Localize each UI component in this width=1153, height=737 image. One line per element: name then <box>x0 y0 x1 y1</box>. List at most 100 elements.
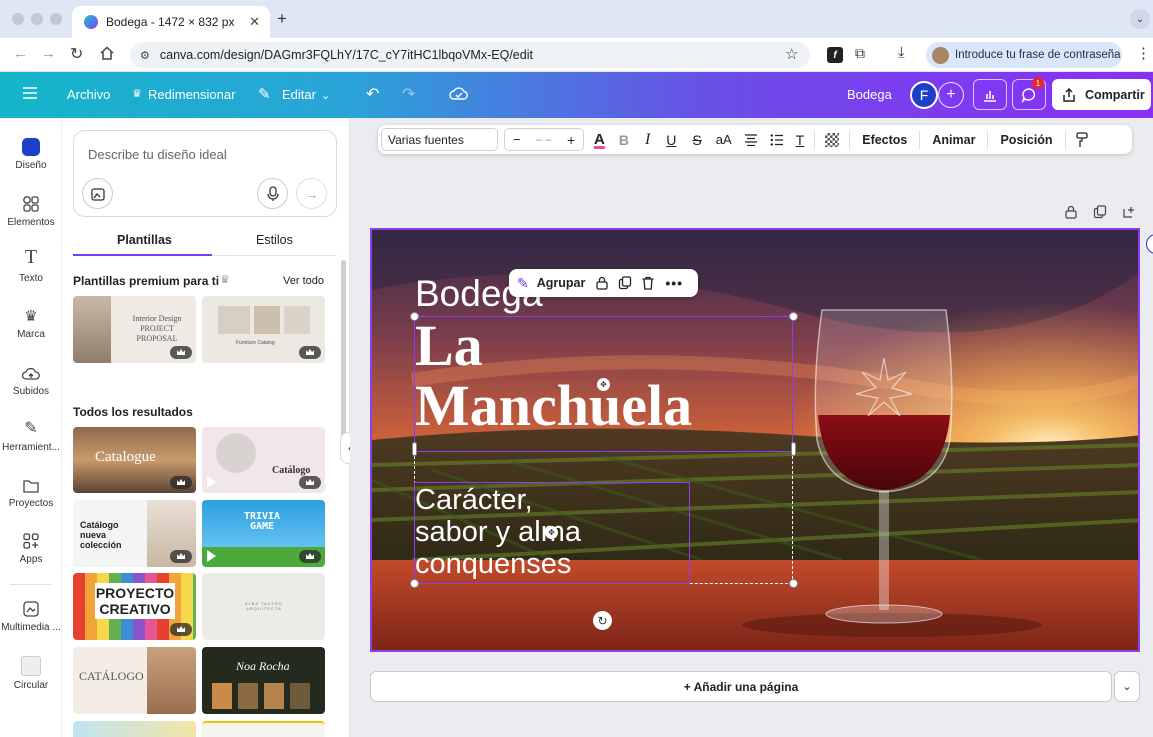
forward-icon[interactable]: → <box>41 45 56 62</box>
window-close-dot[interactable] <box>12 13 24 25</box>
window-maximize-dot[interactable] <box>50 13 62 25</box>
reload-icon[interactable]: ↻ <box>70 44 83 64</box>
editar-menu[interactable]: Editar <box>282 87 316 102</box>
home-icon[interactable] <box>98 44 116 62</box>
font-size-decrease[interactable]: − <box>513 132 521 147</box>
redo-icon[interactable]: ↷ <box>402 84 415 104</box>
efectos-button[interactable]: Efectos <box>862 133 907 147</box>
browser-tab[interactable]: Bodega - 1472 × 832 px ✕ <box>72 6 270 38</box>
rail-item-elementos[interactable]: Elementos <box>0 189 62 228</box>
rail-item-texto[interactable]: T Texto <box>0 245 62 284</box>
cloud-saved-icon[interactable] <box>449 85 469 103</box>
rail-item-proyectos[interactable]: Proyectos <box>0 470 62 509</box>
bold-icon[interactable]: B <box>619 132 629 148</box>
invite-plus-icon[interactable]: + <box>938 82 964 108</box>
transparency-icon[interactable] <box>825 132 840 147</box>
new-tab-icon[interactable]: + <box>277 9 287 29</box>
result-thumb-4[interactable]: TRIVIA GAME <box>202 500 325 567</box>
result-thumb-3[interactable]: Catálogo nueva colección <box>73 500 196 567</box>
animar-button[interactable]: Animar <box>932 133 975 147</box>
result-thumb-2[interactable]: Catálogo <box>202 427 325 493</box>
microphone-icon[interactable] <box>257 178 288 209</box>
result-thumb-10[interactable] <box>202 721 325 737</box>
tab-estilos[interactable]: Estilos <box>256 233 293 247</box>
archivo-menu[interactable]: Archivo <box>67 87 110 102</box>
user-avatar[interactable]: F <box>910 81 938 109</box>
result-thumb-5[interactable]: PROYECTO CREATIVO <box>73 573 196 640</box>
template-thumb-interior[interactable]: Interior Design PROJECT PROPOSAL <box>73 296 196 363</box>
result-thumb-6[interactable]: ALBA TAUTRO ARQUITECTA <box>202 573 325 640</box>
agrupar-button[interactable]: Agrupar <box>537 276 586 290</box>
resize-handle-tr[interactable] <box>789 312 798 321</box>
bookmark-star-icon[interactable]: ☆ <box>785 45 798 63</box>
tab-list-chevron-icon[interactable]: ⌄ <box>1130 9 1150 29</box>
design-name[interactable]: Bodega <box>847 87 892 102</box>
rail-item-subidos[interactable]: Subidos <box>0 358 62 397</box>
rail-item-marca[interactable]: ♛ Marca <box>0 301 62 340</box>
url-bar[interactable]: ⚙ canva.com/design/DAGmr3FQLhY/17C_cY7it… <box>130 42 810 68</box>
hamburger-menu-icon[interactable] <box>22 86 38 100</box>
page-options-dropdown[interactable]: ⌄ <box>1114 671 1140 702</box>
list-icon[interactable] <box>770 133 784 146</box>
duplicate-icon[interactable] <box>618 276 632 290</box>
resize-handle-tl[interactable] <box>410 312 419 321</box>
lock-icon[interactable] <box>595 276 609 290</box>
resize-handle-bl[interactable] <box>410 579 419 588</box>
undo-icon[interactable]: ↶ <box>366 84 379 104</box>
more-options-icon[interactable]: ••• <box>665 275 683 291</box>
move-handle-icon[interactable]: ✥ <box>597 378 610 391</box>
result-thumb-8[interactable]: Noa Rocha <box>202 647 325 714</box>
resize-handle-right[interactable] <box>791 442 796 456</box>
underline-icon[interactable]: U <box>666 132 676 148</box>
rail-item-herramientas[interactable]: ✎ Herramient... <box>0 414 62 453</box>
back-icon[interactable]: ← <box>13 45 28 62</box>
italic-icon[interactable]: I <box>645 131 650 149</box>
rotate-handle-icon[interactable]: ↻ <box>593 611 612 630</box>
tab-plantillas[interactable]: Plantillas <box>117 233 172 247</box>
rail-item-circular[interactable]: Circular <box>0 652 62 691</box>
rail-item-diseno[interactable]: Diseño <box>0 132 62 171</box>
result-thumb-1[interactable]: Catalogue <box>73 427 196 493</box>
extensions-puzzle-icon[interactable]: ⧉ <box>855 45 865 62</box>
browser-menu-icon[interactable]: ⋮ <box>1136 44 1151 62</box>
lock-page-icon[interactable] <box>1064 205 1078 219</box>
editar-chevron-icon[interactable]: ⌄ <box>321 89 330 102</box>
compartir-button[interactable]: Compartir <box>1052 79 1151 110</box>
rail-item-multimedia[interactable]: Multimedia ... <box>0 594 62 633</box>
submit-arrow-icon[interactable]: → <box>296 178 327 209</box>
font-size-increase[interactable]: + <box>567 132 575 148</box>
align-icon[interactable] <box>744 133 758 146</box>
site-settings-icon[interactable]: ⚙ <box>140 49 150 62</box>
text-color-icon[interactable]: A <box>594 131 605 148</box>
result-thumb-9[interactable] <box>73 721 196 737</box>
extension-f-icon[interactable]: f <box>827 47 843 63</box>
font-size-value[interactable]: – – <box>536 134 551 146</box>
rail-item-apps[interactable]: Apps <box>0 526 62 565</box>
magic-edit-icon[interactable]: ✎ <box>517 275 529 292</box>
template-thumb-furniture[interactable]: Furniture Catalog <box>202 296 325 363</box>
duplicate-page-icon[interactable] <box>1093 205 1107 219</box>
text-case-button[interactable]: aA <box>716 132 732 147</box>
panel-scrollbar[interactable] <box>341 260 346 440</box>
download-icon[interactable]: ⤓ <box>898 44 905 61</box>
font-size-control[interactable]: − – – + <box>504 128 584 151</box>
result-thumb-7[interactable]: CATÁLOGO <box>73 647 196 714</box>
ver-todo-link[interactable]: Ver todo <box>283 275 324 287</box>
font-family-select[interactable]: Varias fuentes <box>381 128 498 151</box>
tab-close-icon[interactable]: ✕ <box>249 14 260 30</box>
spacing-icon[interactable]: T <box>796 132 805 148</box>
add-page-icon[interactable] <box>1122 205 1136 219</box>
insights-chart-icon[interactable] <box>973 79 1007 110</box>
design-prompt-box[interactable]: Describe tu diseño ideal → <box>73 130 337 217</box>
move-handle-icon[interactable]: ✥ <box>545 526 558 539</box>
paint-format-icon[interactable] <box>1075 131 1089 148</box>
add-page-button[interactable]: + Añadir una página <box>370 671 1112 702</box>
passphrase-button[interactable]: Introduce tu frase de contraseña <box>926 42 1122 68</box>
posicion-button[interactable]: Posición <box>1000 133 1052 147</box>
resize-handle-left[interactable] <box>412 442 417 456</box>
add-image-icon[interactable] <box>82 178 113 209</box>
window-minimize-dot[interactable] <box>31 13 43 25</box>
resize-handle-br[interactable] <box>789 579 798 588</box>
design-canvas[interactable]: Bodega La Manchuela Carácter, sabor y al… <box>370 228 1140 652</box>
trash-icon[interactable] <box>641 276 655 290</box>
